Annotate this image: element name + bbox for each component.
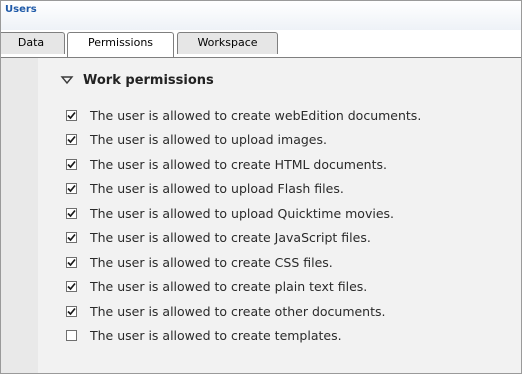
permissions-content: Work permissions The user is allowed to …: [1, 58, 521, 373]
permission-row: The user is allowed to upload Flash file…: [66, 177, 421, 202]
permission-row: The user is allowed to create webEdition…: [66, 103, 421, 128]
permission-label: The user is allowed to upload Flash file…: [90, 181, 344, 197]
permission-label: The user is allowed to create HTML docum…: [90, 156, 387, 172]
permission-checkbox[interactable]: [66, 305, 77, 317]
permission-label: The user is allowed to upload Quicktime …: [90, 205, 394, 221]
checkmark-icon: [67, 307, 76, 316]
permission-checkbox[interactable]: [66, 232, 77, 244]
checkmark-icon: [67, 136, 76, 144]
section-title: Work permissions: [83, 72, 214, 88]
permission-row: The user is allowed to create plain text…: [66, 275, 421, 300]
permission-checkbox[interactable]: [66, 183, 77, 195]
permission-row: The user is allowed to upload images.: [66, 128, 421, 153]
permission-label: The user is allowed to create other docu…: [90, 303, 386, 319]
permission-checkbox[interactable]: [66, 207, 77, 219]
permission-label: The user is allowed to create JavaScript…: [90, 230, 371, 246]
window-title: Users: [5, 4, 37, 15]
permission-row: The user is allowed to create other docu…: [66, 299, 421, 324]
permission-label: The user is allowed to create plain text…: [90, 279, 368, 295]
checkmark-icon: [67, 258, 76, 267]
permission-label: The user is allowed to create CSS files.: [90, 254, 333, 270]
checkmark-icon: [67, 160, 76, 169]
permission-checkbox[interactable]: [66, 109, 77, 121]
checkmark-icon: [67, 209, 76, 218]
work-permissions-toggle[interactable]: Work permissions: [60, 70, 214, 90]
permission-list: The user is allowed to create webEdition…: [66, 103, 421, 348]
title-bar: Users: [1, 1, 521, 30]
permission-checkbox[interactable]: [66, 134, 77, 146]
permission-row: The user is allowed to create JavaScript…: [66, 226, 421, 251]
permission-label: The user is allowed to upload images.: [90, 132, 327, 148]
permission-checkbox[interactable]: [66, 330, 77, 342]
permission-row: The user is allowed to create templates.: [66, 324, 421, 349]
tab-workspace[interactable]: Workspace: [177, 32, 278, 54]
permission-row: The user is allowed to create CSS files.: [66, 250, 421, 275]
tab-data[interactable]: Data: [1, 32, 65, 54]
triangle-down-icon: [60, 76, 74, 85]
checkmark-icon: [67, 111, 76, 120]
permission-checkbox[interactable]: [66, 281, 77, 293]
users-panel: Users Data Permissions Workspace Work pe…: [0, 0, 522, 374]
tab-permissions[interactable]: Permissions: [67, 32, 174, 57]
permission-label: The user is allowed to create webEdition…: [90, 107, 422, 123]
checkmark-icon: [67, 185, 76, 193]
permission-checkbox[interactable]: [66, 256, 77, 268]
permission-row: The user is allowed to create HTML docum…: [66, 152, 421, 177]
permission-checkbox[interactable]: [66, 158, 77, 170]
checkmark-icon: [67, 234, 76, 242]
tab-bar: Data Permissions Workspace: [1, 30, 521, 58]
permission-label: The user is allowed to create templates.: [90, 328, 342, 344]
permission-row: The user is allowed to upload Quicktime …: [66, 201, 421, 226]
checkmark-icon: [67, 283, 76, 291]
